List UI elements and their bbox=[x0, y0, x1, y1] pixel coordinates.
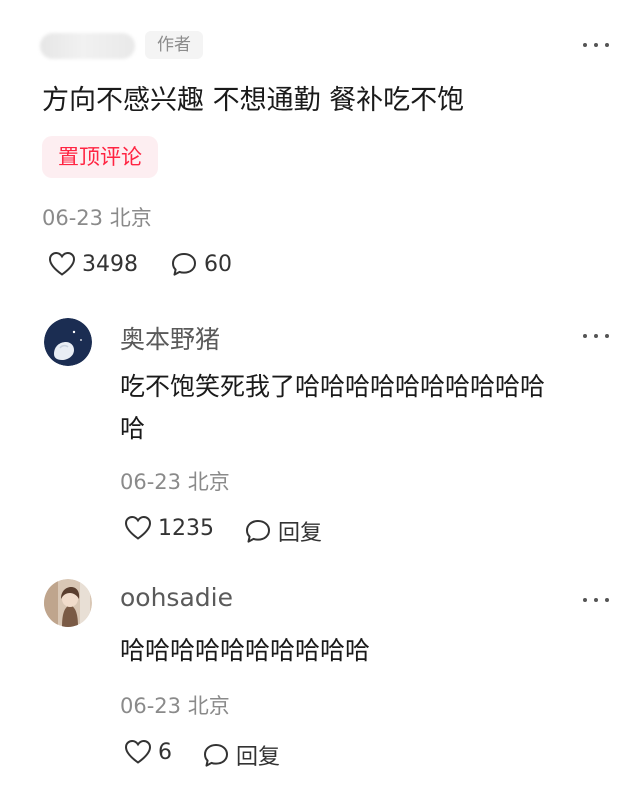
pinned-badge: 置顶评论 bbox=[42, 136, 158, 178]
speech-bubble-icon bbox=[246, 520, 270, 543]
more-options-icon[interactable] bbox=[578, 326, 614, 346]
reply-label: 回复 bbox=[278, 521, 323, 546]
reply-button[interactable]: 回复 bbox=[202, 739, 280, 771]
more-options-icon[interactable] bbox=[578, 35, 614, 55]
username[interactable]: 奥本野猪 bbox=[120, 320, 220, 356]
reply-date: 06-23 bbox=[120, 694, 182, 718]
username[interactable]: oohsadie bbox=[120, 583, 233, 612]
reply-text-line: 哈 bbox=[120, 414, 146, 443]
avatar-image bbox=[44, 579, 92, 627]
heart-outline-icon bbox=[48, 251, 76, 276]
more-options-icon[interactable] bbox=[578, 590, 614, 610]
reply-date: 06-23 bbox=[120, 470, 182, 494]
comment-count: 60 bbox=[204, 251, 232, 277]
reply-button[interactable]: 回复 bbox=[244, 515, 322, 547]
blurred-author-name bbox=[40, 33, 135, 59]
reply-meta: 06-23 北京 bbox=[120, 466, 230, 496]
comment-location: 北京 bbox=[109, 206, 152, 230]
speech-bubble-icon bbox=[172, 253, 196, 276]
speech-bubble-icon bbox=[204, 744, 228, 767]
avatar[interactable] bbox=[44, 318, 92, 366]
reply-text: 吃不饱笑死我了哈哈哈哈哈哈哈哈哈哈 哈 bbox=[120, 366, 545, 450]
heart-outline-icon bbox=[124, 515, 152, 540]
avatar-image bbox=[44, 318, 92, 366]
reply-meta: 06-23 北京 bbox=[120, 690, 230, 720]
comment-meta: 06-23 北京 bbox=[42, 202, 152, 232]
comment-button[interactable]: 60 bbox=[170, 251, 232, 277]
like-count: 3498 bbox=[82, 251, 138, 277]
reply-text-line: 吃不饱笑死我了哈哈哈哈哈哈哈哈哈哈 bbox=[120, 372, 546, 401]
like-button[interactable]: 3498 bbox=[48, 251, 138, 277]
reply-text-line: 哈哈哈哈哈哈哈哈哈哈 bbox=[120, 636, 371, 665]
comment-text: 方向不感兴趣 不想通勤 餐补吃不饱 bbox=[42, 85, 465, 116]
like-button[interactable]: 6 bbox=[124, 739, 172, 765]
reply-location: 北京 bbox=[187, 694, 230, 718]
like-button[interactable]: 1235 bbox=[124, 515, 214, 541]
like-count: 1235 bbox=[158, 515, 214, 541]
reply-location: 北京 bbox=[187, 470, 230, 494]
heart-outline-icon bbox=[124, 739, 152, 764]
author-tag: 作者 bbox=[145, 31, 203, 59]
reply-label: 回复 bbox=[236, 745, 281, 770]
like-count: 6 bbox=[158, 739, 172, 765]
avatar[interactable] bbox=[44, 579, 92, 627]
reply-text: 哈哈哈哈哈哈哈哈哈哈 bbox=[120, 630, 370, 672]
comment-date: 06-23 bbox=[42, 206, 104, 230]
